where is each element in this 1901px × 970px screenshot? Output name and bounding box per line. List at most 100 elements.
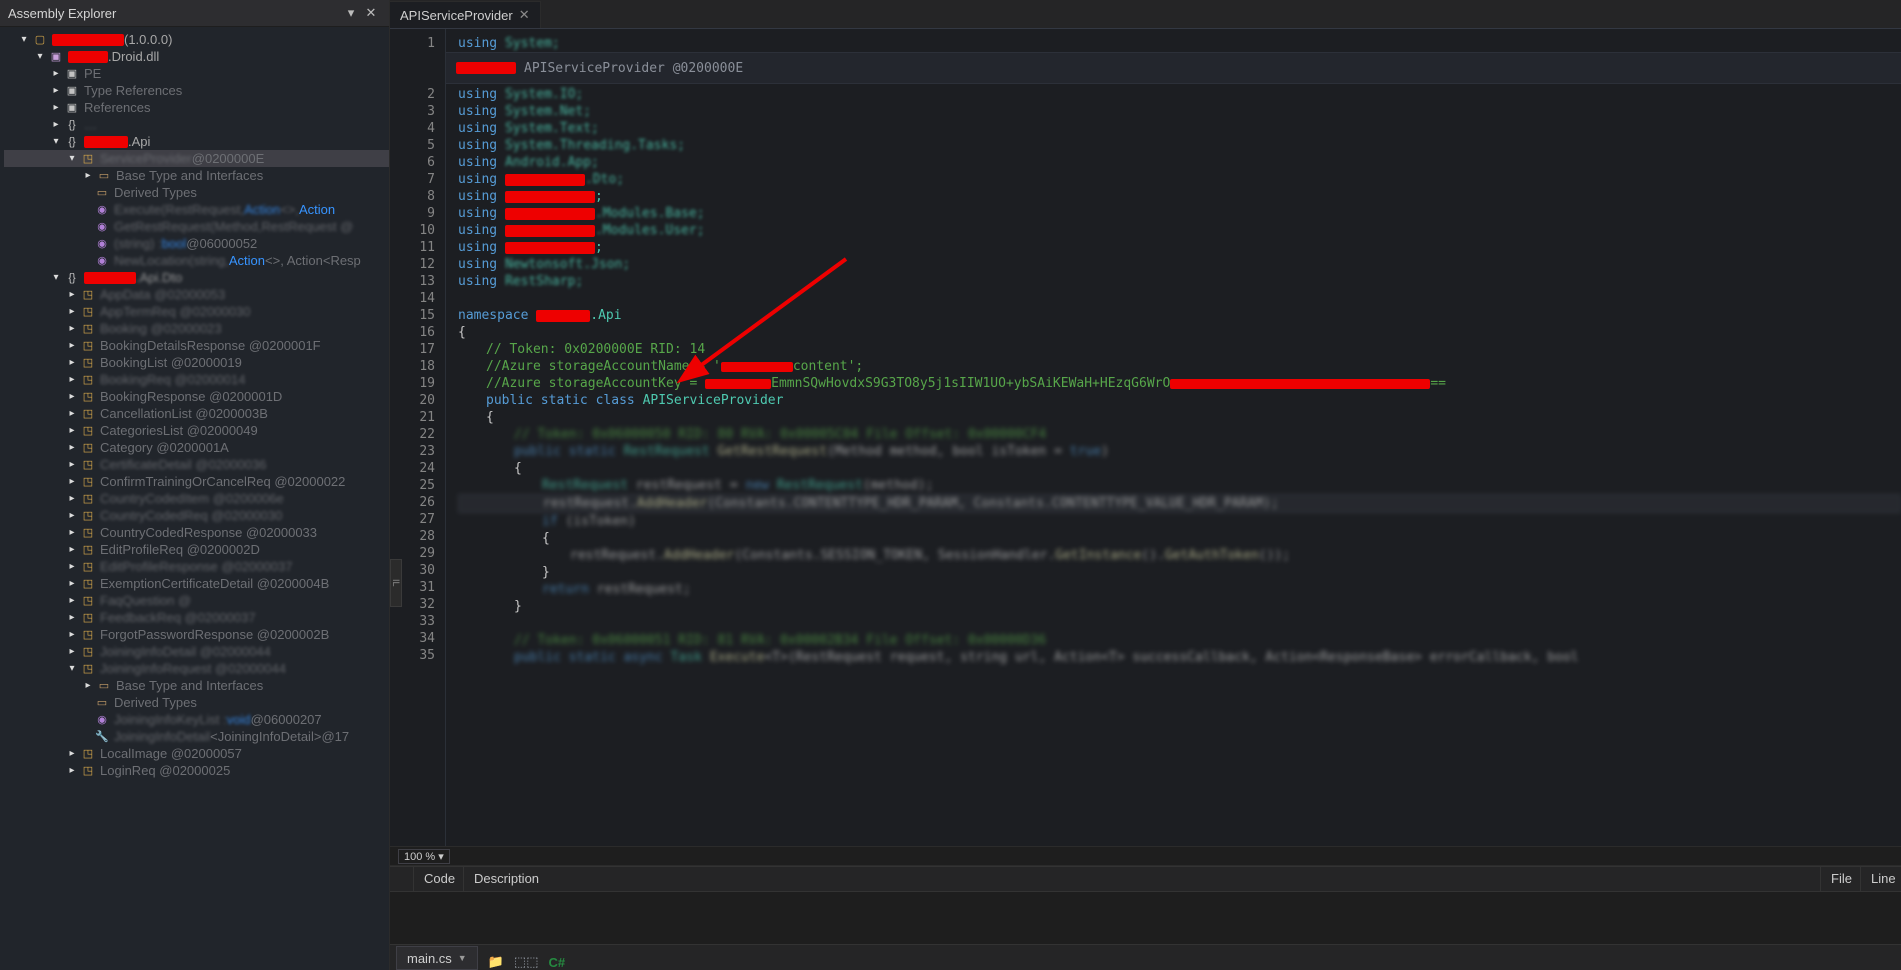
col-line[interactable]: Line <box>1861 867 1901 891</box>
breadcrumb-band[interactable]: APIServiceProvider @0200000E <box>446 52 1901 84</box>
bottom-tab-main[interactable]: main.cs ▼ <box>396 946 478 970</box>
toggle-icon[interactable]: ▾ <box>50 136 62 147</box>
tree-item[interactable]: ▸◳JoiningInfoDetail @02000044 <box>4 643 389 660</box>
toggle-icon[interactable]: ▸ <box>66 527 78 538</box>
tree-item[interactable]: ▸◳LocalImage @02000057 <box>4 745 389 762</box>
tree-refs[interactable]: ▸ ▣ References <box>4 99 389 116</box>
close-icon[interactable]: ✕ <box>361 5 381 21</box>
tree-method-execute[interactable]: ◉ Execute(RestRequest, Action <>, Action <box>4 201 389 218</box>
toggle-icon[interactable]: ▸ <box>66 408 78 419</box>
txt: , Action<ResponseBase> <box>1250 650 1430 665</box>
toggle-icon[interactable]: ▸ <box>66 629 78 640</box>
tree-property[interactable]: 🔧 JoiningInfoDetail <JoiningInfoDetail> … <box>4 728 389 745</box>
tree-item[interactable]: ▸◳CategoriesList @02000049 <box>4 422 389 439</box>
toggle-icon[interactable]: ▸ <box>66 561 78 572</box>
toggle-icon[interactable]: ▸ <box>50 102 62 113</box>
toggle-icon[interactable]: ▸ <box>66 374 78 385</box>
toggle-icon[interactable]: ▸ <box>50 85 62 96</box>
tree-item[interactable]: ▸◳CertificateDetail @02000036 <box>4 456 389 473</box>
binary-icon[interactable]: ⬚⬚ <box>514 954 539 970</box>
tree-method[interactable]: ◉ JoiningInfoKeyList : void @06000207 <box>4 711 389 728</box>
code-content[interactable]: using System; APIServiceProvider @020000… <box>446 29 1901 846</box>
tree-item[interactable]: ▸◳CountryCodedReq @02000030 <box>4 507 389 524</box>
tree-base-types[interactable]: ▸ ▭ Base Type and Interfaces <box>4 167 389 184</box>
tree-item[interactable]: ▸◳ConfirmTrainingOrCancelReq @02000022 <box>4 473 389 490</box>
tree-item[interactable]: ▸◳LoginReq @02000025 <box>4 762 389 779</box>
toggle-icon[interactable]: ▸ <box>66 391 78 402</box>
tree-base-types[interactable]: ▸ ▭ Base Type and Interfaces <box>4 677 389 694</box>
toggle-icon[interactable]: ▸ <box>66 459 78 470</box>
tree-item[interactable]: ▸◳EditProfileReq @0200002D <box>4 541 389 558</box>
tree-derived-types[interactable]: ▭ Derived Types <box>4 184 389 201</box>
explorer-title: Assembly Explorer <box>8 6 341 21</box>
kw: using <box>458 121 497 136</box>
toggle-icon[interactable]: ▸ <box>82 170 94 181</box>
editor-tab[interactable]: APIServiceProvider ✕ <box>390 1 541 28</box>
toggle-icon[interactable]: ▾ <box>50 272 62 283</box>
toggle-icon[interactable]: ▾ <box>34 51 46 62</box>
col-code[interactable]: Code <box>414 867 464 891</box>
tree-item[interactable]: ▸◳BookingReq @02000014 <box>4 371 389 388</box>
tree-derived-types[interactable]: ▭ Derived Types <box>4 694 389 711</box>
toggle-icon[interactable]: ▸ <box>66 544 78 555</box>
tree-item[interactable]: ▸◳AppTermReq @02000030 <box>4 303 389 320</box>
tree-item[interactable]: ▸◳ForgotPasswordResponse @0200002B <box>4 626 389 643</box>
tree-item[interactable]: ▸◳CountryCodedResponse @02000033 <box>4 524 389 541</box>
toggle-icon[interactable]: ▸ <box>82 680 94 691</box>
toggle-icon[interactable]: ▸ <box>50 119 62 130</box>
tree-item[interactable]: ▸◳CancellationList @0200003B <box>4 405 389 422</box>
tree-joininginforeq[interactable]: ▾ ◳ JoiningInfoRequest @02000044 <box>4 660 389 677</box>
tree-item[interactable]: ▸◳CountryCodedItem @0200006e <box>4 490 389 507</box>
toggle-icon[interactable]: ▸ <box>66 612 78 623</box>
tree-item[interactable]: ▸◳Booking @02000023 <box>4 320 389 337</box>
toggle-icon[interactable]: ▸ <box>66 578 78 589</box>
col-file[interactable]: File <box>1821 867 1861 891</box>
save-icon[interactable]: 📁 <box>488 954 504 970</box>
tree-method-login[interactable]: ◉ (string) : bool @06000052 <box>4 235 389 252</box>
toggle-icon[interactable]: ▸ <box>66 442 78 453</box>
tree-typerefs[interactable]: ▸ ▣ Type References <box>4 82 389 99</box>
side-strip[interactable]: IL <box>390 559 402 607</box>
tree-method-newlocation[interactable]: ◉ NewLocation(string, Action <>, Action<… <box>4 252 389 269</box>
tree-item[interactable]: ▸◳BookingResponse @0200001D <box>4 388 389 405</box>
explorer-tree[interactable]: ▾ ▢ (1.0.0.0) ▾ ▣ .Droid.dll ▸ ▣ PE ▸ ▣ … <box>0 27 389 970</box>
tree-pe[interactable]: ▸ ▣ PE <box>4 65 389 82</box>
toggle-icon[interactable]: ▸ <box>66 340 78 351</box>
toggle-icon[interactable]: ▸ <box>66 748 78 759</box>
toggle-icon[interactable]: ▸ <box>66 357 78 368</box>
toggle-icon[interactable]: ▸ <box>66 493 78 504</box>
tree-item[interactable]: ▸◳FeedbackReq @02000037 <box>4 609 389 626</box>
toggle-icon[interactable]: ▸ <box>66 476 78 487</box>
tree-item[interactable]: ▸◳ExemptionCertificateDetail @0200004B <box>4 575 389 592</box>
toggle-icon[interactable]: ▾ <box>18 34 30 45</box>
toggle-icon[interactable]: ▾ <box>66 153 78 164</box>
tree-ns-dto[interactable]: ▾ {} .Api.Dto <box>4 269 389 286</box>
toggle-icon[interactable]: ▸ <box>66 306 78 317</box>
toggle-icon[interactable]: ▸ <box>66 765 78 776</box>
toggle-icon[interactable]: ▸ <box>66 510 78 521</box>
tree-method-getrestrequest[interactable]: ◉ GetRestRequest(Method, RestRequest @ <box>4 218 389 235</box>
pin-icon[interactable]: ▾ <box>341 5 361 21</box>
toggle-icon[interactable]: ▾ <box>66 663 78 674</box>
toggle-icon[interactable]: ▸ <box>66 425 78 436</box>
tree-ns-api[interactable]: ▾ {} .Api <box>4 133 389 150</box>
zoom-dropdown[interactable]: 100 % ▾ <box>398 849 450 864</box>
tree-ns-blank[interactable]: ▸ {} … <box>4 116 389 133</box>
tree-item[interactable]: ▸◳FaqQuestion @ <box>4 592 389 609</box>
tree-assembly[interactable]: ▾ ▢ (1.0.0.0) <box>4 31 389 48</box>
tree-item[interactable]: ▸◳EditProfileResponse @02000037 <box>4 558 389 575</box>
tree-item[interactable]: ▸◳BookingDetailsResponse @0200001F <box>4 337 389 354</box>
toggle-icon[interactable]: ▸ <box>66 595 78 606</box>
close-icon[interactable]: ✕ <box>519 7 530 23</box>
toggle-icon[interactable]: ▸ <box>50 68 62 79</box>
tree-item[interactable]: ▸◳Category @0200001A <box>4 439 389 456</box>
tree-item[interactable]: ▸◳AppData @02000053 <box>4 286 389 303</box>
col-description[interactable]: Description <box>464 867 1821 891</box>
toggle-icon[interactable]: ▸ <box>66 646 78 657</box>
chevron-down-icon[interactable]: ▼ <box>458 953 467 963</box>
toggle-icon[interactable]: ▸ <box>66 323 78 334</box>
toggle-icon[interactable]: ▸ <box>66 289 78 300</box>
tree-module[interactable]: ▾ ▣ .Droid.dll <box>4 48 389 65</box>
tree-apiserviceprovider[interactable]: ▾ ◳ ServiceProvider @0200000E <box>4 150 389 167</box>
tree-item[interactable]: ▸◳BookingList @02000019 <box>4 354 389 371</box>
